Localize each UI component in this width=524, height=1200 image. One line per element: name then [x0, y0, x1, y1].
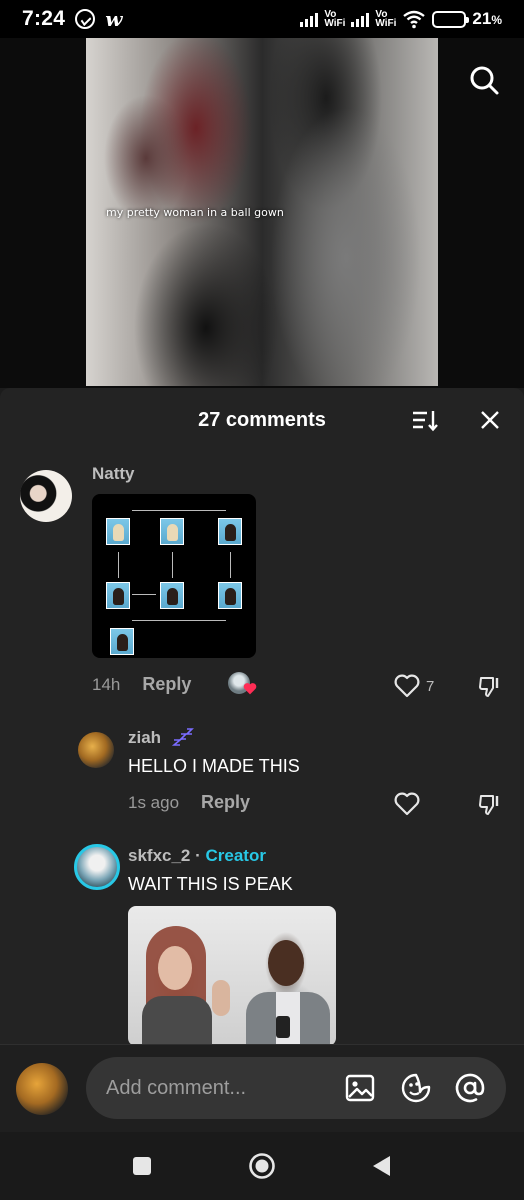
comment-input-container[interactable]	[86, 1057, 506, 1119]
zzz-icon	[172, 728, 194, 746]
thumb-line	[172, 552, 173, 578]
thumb-photo	[160, 518, 184, 545]
battery-percent: 21%	[472, 9, 502, 28]
video-caption: my pretty woman in a ball gown	[106, 206, 284, 219]
comment-text: WAIT THIS IS PEAK	[128, 874, 293, 894]
comments-count-title: 27 comments	[198, 408, 326, 431]
thumb-figure	[158, 946, 192, 990]
comments-sheet: 27 comments Natty 14h Reply 7 ziah HELLO…	[0, 388, 524, 1044]
thumbs-down-icon[interactable]	[478, 674, 502, 698]
comment-image[interactable]	[128, 906, 336, 1044]
comment-time: 1s ago	[128, 792, 180, 812]
sticker-icon[interactable]	[400, 1072, 432, 1104]
signal-icon	[351, 11, 370, 27]
thumb-figure	[212, 980, 230, 1016]
reply-button[interactable]: Reply	[201, 792, 250, 813]
thumb-line	[118, 552, 119, 578]
thumb-photo	[110, 628, 134, 655]
comment-username[interactable]: Natty	[92, 464, 135, 484]
creator-label: Creator	[205, 846, 266, 865]
thumb-photo	[106, 518, 130, 545]
thumb-photo	[106, 582, 130, 609]
comment-username[interactable]: ziah	[128, 728, 161, 748]
thumb-photo	[160, 582, 184, 609]
avatar[interactable]	[78, 732, 114, 768]
like-button[interactable]: 7	[394, 674, 434, 698]
signal-icon	[300, 11, 319, 27]
avatar[interactable]	[74, 844, 120, 890]
thumb-line	[132, 594, 156, 595]
back-button[interactable]	[368, 1152, 396, 1180]
thumbs-down-icon[interactable]	[478, 792, 502, 816]
close-icon[interactable]	[478, 408, 502, 432]
vowifi-label: Vo WiFi	[375, 9, 397, 29]
heart-badge-icon	[243, 683, 257, 695]
avatar[interactable]	[16, 1063, 68, 1115]
heart-icon[interactable]	[394, 792, 420, 816]
thumb-line	[230, 552, 231, 578]
search-icon[interactable]	[468, 64, 500, 96]
comment-input-bar	[0, 1044, 524, 1132]
thumb-photo	[218, 582, 242, 609]
reply-button[interactable]: Reply	[142, 674, 191, 695]
sort-icon[interactable]	[412, 408, 438, 432]
home-button[interactable]	[248, 1152, 276, 1180]
status-bar: 7:24 w Vo WiFi Vo WiFi 21%	[0, 0, 524, 38]
comment-meta: 1s ago Reply	[128, 792, 250, 813]
comment-image[interactable]	[92, 494, 256, 658]
messenger-icon	[75, 9, 96, 29]
comment-username[interactable]: skfxc_2 · Creator	[128, 846, 266, 866]
wifi-icon	[403, 10, 426, 29]
app-notification-icon: w	[105, 7, 123, 31]
like-count: 7	[426, 677, 435, 695]
thumb-figure	[276, 1016, 290, 1038]
sheet-header: 27 comments	[0, 388, 524, 452]
thumb-photo	[218, 518, 242, 545]
vowifi-label: Vo WiFi	[324, 9, 346, 29]
comment-meta: 14h Reply	[92, 674, 191, 695]
system-nav-bar	[0, 1132, 524, 1200]
recent-apps-button[interactable]	[128, 1152, 156, 1180]
heart-icon	[394, 674, 420, 698]
video-player[interactable]: my pretty woman in a ball gown	[0, 38, 524, 388]
status-time: 7:24	[22, 7, 66, 30]
battery-icon	[432, 10, 470, 28]
comment-time: 14h	[92, 674, 121, 694]
avatar[interactable]	[20, 470, 72, 522]
image-icon[interactable]	[344, 1072, 376, 1104]
thumb-figure	[268, 940, 304, 986]
comment-input[interactable]	[106, 1076, 336, 1100]
thumb-line	[132, 620, 226, 621]
thumb-line	[132, 510, 226, 511]
comment-text: HELLO I MADE THIS	[128, 756, 300, 776]
thumb-figure	[142, 996, 212, 1044]
at-icon[interactable]	[454, 1072, 486, 1104]
